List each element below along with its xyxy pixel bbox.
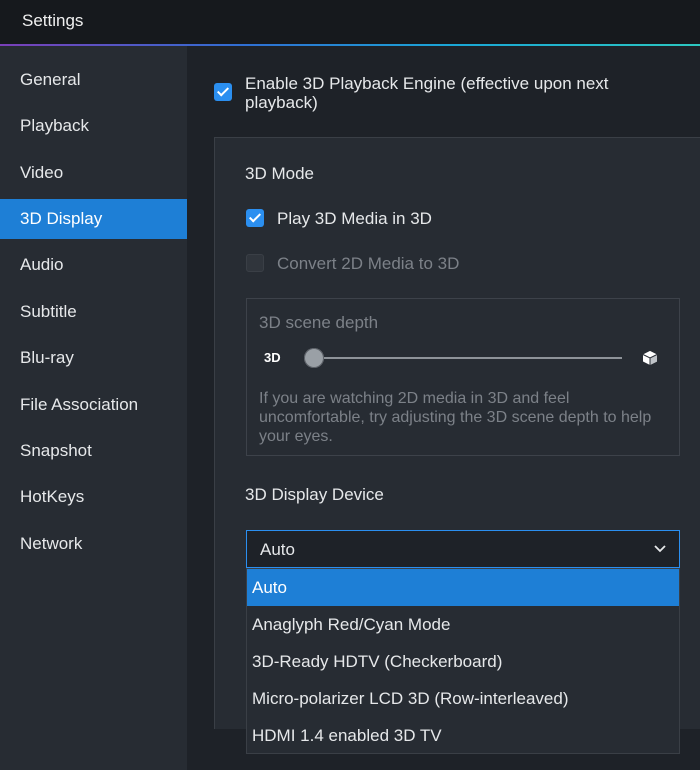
display-device-dropdown: Auto Anaglyph Red/Cyan Mode 3D-Ready HDT… [246,568,680,754]
convert-2d-checkbox[interactable] [246,254,264,272]
dropdown-option-anaglyph[interactable]: Anaglyph Red/Cyan Mode [247,606,679,643]
enable-3d-engine-label-line1: Enable 3D Playback Engine (effective upo… [245,74,609,93]
sidebar-item-snapshot[interactable]: Snapshot [0,431,187,471]
play-3d-checkbox[interactable] [246,209,264,227]
depth-min-label: 3D [264,350,281,365]
display-device-select[interactable]: Auto [246,530,680,568]
window-title: Settings [22,11,84,30]
sidebar-item-hotkeys[interactable]: HotKeys [0,477,187,517]
sidebar-item-blu-ray[interactable]: Blu-ray [0,338,187,378]
dropdown-option-hdmi-14[interactable]: HDMI 1.4 enabled 3D TV [247,717,679,754]
sidebar-item-playback[interactable]: Playback [0,106,187,146]
chevron-down-icon [654,545,666,553]
sidebar-item-subtitle[interactable]: Subtitle [0,292,187,332]
sidebar: General Playback Video 3D Display Audio … [0,46,187,770]
depth-slider-track[interactable] [304,357,622,359]
display-device-value: Auto [260,540,295,559]
cube-icon [642,351,658,365]
enable-3d-engine-label-line2: playback) [245,93,318,112]
play-3d-label: Play 3D Media in 3D [277,209,432,228]
sidebar-item-audio[interactable]: Audio [0,245,187,285]
sidebar-item-video[interactable]: Video [0,153,187,193]
sidebar-item-network[interactable]: Network [0,524,187,564]
convert-2d-label: Convert 2D Media to 3D [277,254,460,273]
dropdown-option-micro-polarizer[interactable]: Micro-polarizer LCD 3D (Row-interleaved) [247,680,679,717]
sidebar-item-3d-display[interactable]: 3D Display [0,199,187,239]
sidebar-item-file-association[interactable]: File Association [0,385,187,425]
scene-depth-heading: 3D scene depth [259,313,379,332]
depth-slider-thumb[interactable] [304,348,324,368]
enable-3d-engine-checkbox[interactable] [214,83,232,101]
scene-depth-description: If you are watching 2D media in 3D and f… [259,390,652,445]
dropdown-option-hdtv-checkerboard[interactable]: 3D-Ready HDTV (Checkerboard) [247,643,679,680]
title-bar: Settings [0,0,700,44]
dropdown-option-auto[interactable]: Auto [247,569,679,606]
display-device-heading: 3D Display Device [245,485,384,504]
sidebar-item-general[interactable]: General [0,60,187,100]
3d-mode-heading: 3D Mode [245,164,314,183]
